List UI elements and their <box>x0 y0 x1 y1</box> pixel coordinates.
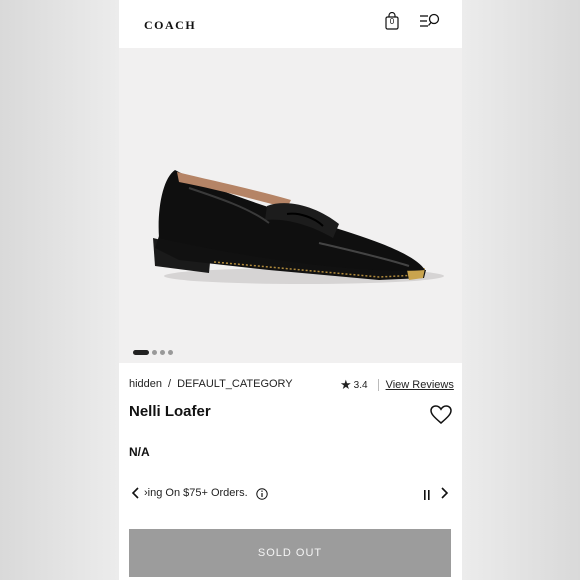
star-icon: ★ <box>340 377 352 392</box>
bag-count: 0 <box>389 17 395 26</box>
gallery-dot[interactable] <box>152 350 157 355</box>
breadcrumb: hidden / DEFAULT_CATEGORY <box>129 378 293 390</box>
heart-icon[interactable] <box>430 405 452 425</box>
product-price: N/A <box>129 445 150 459</box>
breadcrumb-item[interactable]: hidden <box>129 378 162 390</box>
loafer-image <box>153 170 444 284</box>
product-title: Nelli Loafer <box>129 403 211 420</box>
breadcrumb-separator: / <box>168 378 172 390</box>
rating-value: 3.4 <box>353 379 368 391</box>
gallery-dot[interactable] <box>160 350 165 355</box>
background-blur-left <box>0 0 119 580</box>
chevron-left-icon[interactable] <box>131 486 141 500</box>
sold-out-button[interactable]: SOLD OUT <box>129 529 451 577</box>
brand-logo[interactable]: COACH <box>144 18 196 33</box>
shopping-bag-icon[interactable]: 0 <box>385 11 399 30</box>
promo-banner-text: ›ing On $75+ Orders. <box>144 487 248 499</box>
gallery-dot[interactable] <box>133 350 149 355</box>
rating: ★ 3.4 View Reviews <box>340 377 454 393</box>
gallery-dot[interactable] <box>168 350 173 355</box>
header: COACH 0 <box>119 0 462 48</box>
product-image-gallery[interactable] <box>119 48 462 363</box>
product-page: COACH 0 hidden / DEFAULT_CATEGORY ★ 3.4 … <box>119 0 462 580</box>
pause-icon[interactable] <box>422 488 432 500</box>
rating-divider <box>377 379 379 391</box>
info-icon[interactable] <box>256 487 268 500</box>
breadcrumb-item[interactable]: DEFAULT_CATEGORY <box>177 378 293 390</box>
chevron-right-icon[interactable] <box>439 486 449 500</box>
view-reviews-link[interactable]: View Reviews <box>386 379 454 391</box>
gallery-pagination[interactable] <box>133 350 173 355</box>
background-blur-right <box>462 0 580 580</box>
menu-search-icon[interactable] <box>419 13 441 29</box>
